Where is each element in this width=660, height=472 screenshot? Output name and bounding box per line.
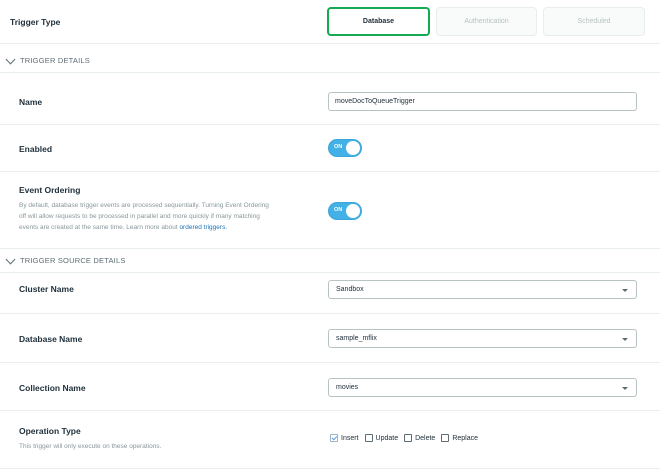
- caret-down-icon: [622, 338, 628, 341]
- name-input[interactable]: moveDocToQueueTrigger: [328, 92, 637, 111]
- ordered-triggers-link[interactable]: ordered triggers: [179, 224, 225, 231]
- operation-insert-checkbox[interactable]: Insert: [330, 434, 359, 442]
- trigger-type-label: Trigger Type: [10, 17, 61, 27]
- enabled-toggle-state: ON: [334, 144, 343, 150]
- cluster-name-row: Cluster Name Sandbox: [0, 273, 660, 314]
- database-name-label: Database Name: [19, 334, 83, 344]
- trigger-type-row: Trigger Type Database Authentication Sch…: [0, 0, 660, 44]
- operation-delete-label: Delete: [415, 434, 436, 442]
- event-ordering-toggle[interactable]: ON: [328, 202, 362, 220]
- trigger-details-title: TRIGGER DETAILS: [20, 56, 90, 65]
- database-name-select[interactable]: sample_mflix: [328, 329, 637, 348]
- operation-replace-checkbox[interactable]: Replace: [441, 434, 478, 442]
- database-name-row: Database Name sample_mflix: [0, 314, 660, 363]
- database-name-value: sample_mflix: [336, 335, 377, 342]
- trigger-type-database-button[interactable]: Database: [327, 7, 430, 36]
- name-row: Name moveDocToQueueTrigger: [0, 74, 660, 125]
- collection-name-row: Collection Name movies: [0, 363, 660, 411]
- event-ordering-label: Event Ordering: [19, 185, 81, 195]
- operation-type-description: This trigger will only execute on these …: [19, 443, 162, 450]
- checkbox-icon: [441, 434, 450, 442]
- chevron-down-icon: [5, 54, 16, 65]
- caret-down-icon: [622, 289, 628, 292]
- enabled-label: Enabled: [19, 144, 53, 154]
- cluster-name-select[interactable]: Sandbox: [328, 280, 637, 299]
- name-label: Name: [19, 97, 43, 107]
- cluster-name-label: Cluster Name: [19, 284, 74, 294]
- caret-down-icon: [622, 387, 628, 390]
- cluster-name-value: Sandbox: [336, 286, 364, 293]
- enabled-toggle[interactable]: ON: [328, 139, 362, 157]
- checkbox-icon: [364, 434, 373, 442]
- operation-insert-label: Insert: [341, 434, 359, 442]
- operation-replace-label: Replace: [452, 434, 479, 442]
- event-ordering-row: Event Ordering By default, database trig…: [0, 172, 660, 249]
- operation-type-label: Operation Type: [19, 426, 81, 436]
- toggle-knob: [346, 204, 360, 218]
- event-ordering-description-text: By default, database trigger events are …: [19, 202, 269, 231]
- trigger-type-scheduled-button[interactable]: Scheduled: [543, 7, 645, 36]
- operation-delete-checkbox[interactable]: Delete: [404, 434, 435, 442]
- operation-update-checkbox[interactable]: Update: [364, 434, 399, 442]
- enabled-row: Enabled ON: [0, 125, 660, 172]
- trigger-details-section-header[interactable]: TRIGGER DETAILS: [0, 49, 660, 73]
- event-ordering-description: By default, database trigger events are …: [19, 202, 269, 231]
- toggle-knob: [346, 141, 360, 155]
- checkbox-checked-icon: [330, 434, 338, 442]
- chevron-down-icon: [5, 254, 16, 265]
- checkbox-icon: [404, 434, 413, 442]
- collection-name-select[interactable]: movies: [328, 378, 637, 397]
- event-ordering-toggle-state: ON: [334, 207, 343, 213]
- collection-name-value: movies: [336, 384, 359, 391]
- trigger-type-authentication-button[interactable]: Authentication: [436, 7, 537, 36]
- trigger-source-details-section-header[interactable]: TRIGGER SOURCE DETAILS: [0, 249, 660, 273]
- collection-name-label: Collection Name: [19, 383, 86, 393]
- operation-update-label: Update: [375, 434, 399, 442]
- operation-type-checkboxes: Insert Update Delete Replace: [330, 434, 484, 442]
- trigger-source-details-title: TRIGGER SOURCE DETAILS: [20, 256, 126, 265]
